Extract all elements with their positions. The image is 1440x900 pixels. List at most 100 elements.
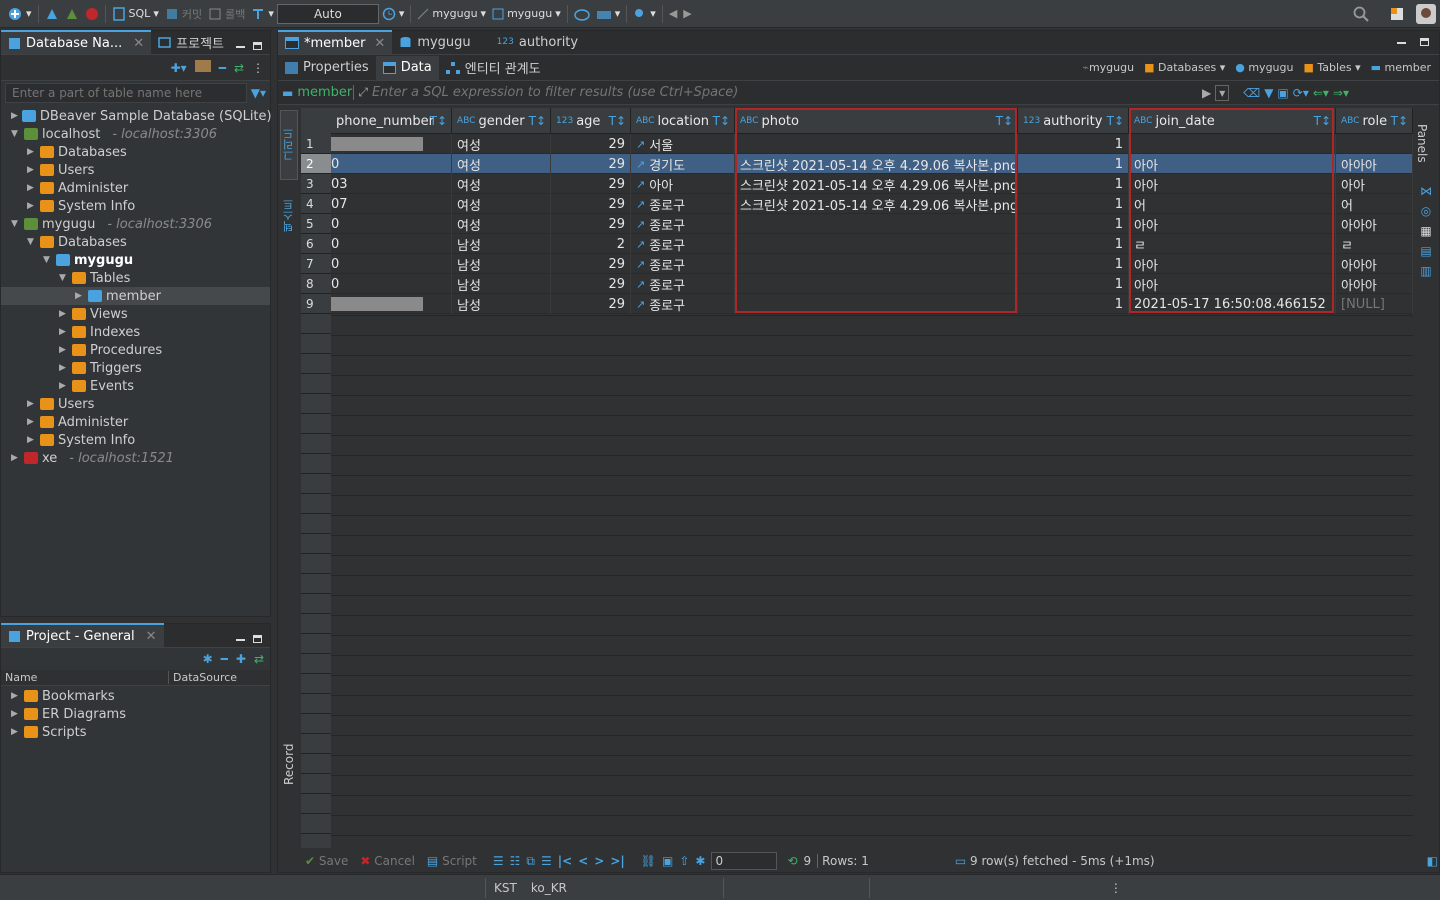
expand-arrow-icon[interactable]: ▶ (59, 381, 68, 391)
column-datasource-header[interactable]: DataSource (169, 671, 237, 684)
metadata-panel-icon[interactable]: ◎ (1415, 204, 1437, 218)
cell-authority[interactable]: 1 (1018, 154, 1129, 174)
cell-authority[interactable]: 1 (1018, 134, 1129, 154)
cell-gender[interactable]: 남성 (452, 274, 551, 294)
cell-age[interactable]: 29 (551, 174, 631, 194)
expand-arrow-icon[interactable]: ▶ (27, 417, 36, 427)
tree-node[interactable]: ▶ xe - localhost:1521 (1, 449, 270, 467)
stop-icon[interactable] (82, 3, 102, 25)
row-number[interactable]: 9 (301, 294, 331, 314)
sort-filter-icon[interactable]: T↕ (529, 114, 546, 128)
cloud-icon[interactable] (571, 3, 593, 25)
expand-arrow-icon[interactable]: ▶ (11, 111, 18, 121)
tree-node[interactable]: ▶ Administer (1, 413, 270, 431)
column-header-authority[interactable]: 123 authority T↕ (1018, 108, 1129, 134)
minimize-icon[interactable] (1397, 42, 1406, 44)
tree-node[interactable]: ▶ member (1, 287, 270, 305)
sort-filter-icon[interactable]: T↕ (430, 114, 447, 128)
collapse-all-icon[interactable]: ━ (219, 61, 226, 75)
breadcrumb-table[interactable]: ▬ member (1371, 61, 1431, 74)
link-editor-icon[interactable]: ⇄ (254, 652, 264, 666)
sort-filter-icon[interactable]: T↕ (1107, 114, 1124, 128)
row-number[interactable]: 1 (301, 134, 331, 154)
link-icon[interactable]: ↗ (636, 278, 645, 291)
expand-arrow-icon[interactable]: ▶ (27, 147, 36, 157)
subtab-data[interactable]: Data (375, 55, 439, 80)
cell-age[interactable]: 29 (551, 214, 631, 234)
link-icon[interactable]: ↗ (636, 218, 645, 231)
search-icon[interactable] (1350, 3, 1372, 25)
link-icon[interactable]: ↗ (636, 138, 645, 151)
cell-location[interactable]: ↗ 경기도 (631, 154, 735, 174)
cell-role[interactable]: 아아아 (1336, 214, 1413, 234)
tab-member[interactable]: *member ✕ (278, 30, 393, 54)
column-header-gender[interactable]: ABC gender T↕ (452, 108, 551, 134)
cell-role[interactable]: 어 (1336, 194, 1413, 214)
clear-filter-icon[interactable]: ⌫ (1243, 86, 1260, 100)
cell-gender[interactable]: 여성 (452, 214, 551, 234)
tree-node[interactable]: ▶ System Info (1, 431, 270, 449)
rollback-button[interactable]: 롤백 (205, 3, 248, 25)
expand-arrow-icon[interactable]: ▶ (59, 309, 68, 319)
breadcrumb-databases[interactable]: ■ Databases ▾ (1144, 61, 1225, 74)
tasks-icon[interactable]: ▾ (593, 3, 624, 25)
tab-projects[interactable]: 프로젝트 (151, 30, 231, 54)
copy-row-icon[interactable]: ⧉ (526, 854, 535, 869)
next-page-icon[interactable]: ⇒▾ (1333, 86, 1349, 100)
subtab-properties[interactable]: Properties (278, 56, 376, 80)
avatar[interactable] (1413, 3, 1439, 25)
expand-arrow-icon[interactable]: ▶ (59, 345, 68, 355)
cell-phone[interactable] (331, 294, 452, 314)
commit-button[interactable]: 커밋 (162, 3, 205, 25)
cell-phone[interactable]: 0 (331, 254, 452, 274)
cell-location[interactable]: ↗ 종로구 (631, 294, 735, 314)
prev-row-icon[interactable]: < (578, 854, 588, 868)
expand-arrow-icon[interactable]: ▶ (11, 691, 20, 701)
cell-authority[interactable]: 1 (1018, 214, 1129, 234)
tree-node[interactable]: ▶ Administer (1, 179, 270, 197)
search-tool-icon[interactable]: ▾ (630, 3, 659, 25)
row-number[interactable]: 5 (301, 214, 331, 234)
tab-database-navigator[interactable]: Database Na... ✕ (1, 30, 152, 54)
tree-node[interactable]: ▶ DBeaver Sample Database (SQLite) (1, 107, 272, 125)
cell-age[interactable]: 29 (551, 134, 631, 154)
row-number[interactable]: 8 (301, 274, 331, 294)
script-button[interactable]: ▤ Script (427, 854, 477, 868)
cell-role[interactable]: 아아아 (1336, 154, 1413, 174)
collapse-all-icon[interactable]: ━ (221, 652, 228, 666)
cell-authority[interactable]: 1 (1018, 174, 1129, 194)
expand-arrow-icon[interactable]: ▶ (59, 327, 68, 337)
cell-authority[interactable]: 1 (1018, 234, 1129, 254)
tree-node[interactable]: ▶ Databases (1, 143, 270, 161)
row-number[interactable]: 3 (301, 174, 331, 194)
cell-gender[interactable]: 여성 (452, 154, 551, 174)
value-panel-icon[interactable]: ⋈ (1415, 184, 1437, 198)
cell-gender[interactable]: 여성 (452, 194, 551, 214)
expand-arrow-icon[interactable]: ▶ (27, 165, 36, 175)
cell-gender[interactable]: 남성 (452, 294, 551, 314)
cell-phone[interactable]: 03 (331, 174, 452, 194)
cell-location[interactable]: ↗ 종로구 (631, 274, 735, 294)
row-number[interactable]: 2 (301, 154, 331, 174)
project-item[interactable]: ▶ Bookmarks (1, 687, 270, 705)
link-editor-icon[interactable]: ⇄ (234, 61, 244, 75)
view-menu-icon[interactable]: ⋮ (252, 61, 264, 75)
tree-node[interactable]: ▶ Events (1, 377, 270, 395)
cancel-button[interactable]: ✖ Cancel (360, 854, 415, 868)
references-panel-icon[interactable]: ▥ (1415, 264, 1437, 278)
cell-authority[interactable]: 1 (1018, 274, 1129, 294)
cell-location[interactable]: ↗ 서울 (631, 134, 735, 154)
tab-mygugu[interactable]: mygugu (392, 30, 477, 54)
expand-filter-icon[interactable]: ⤢ (353, 85, 368, 100)
cell-phone[interactable]: 07 (331, 194, 452, 214)
panel-toggle-icon[interactable]: ◧ (1427, 854, 1438, 868)
save-button[interactable]: ✔ Save (305, 854, 348, 868)
history-icon[interactable]: ▾ (379, 3, 408, 25)
cell-authority[interactable]: 1 (1018, 254, 1129, 274)
refresh-icon[interactable]: ⟲ (787, 854, 797, 868)
cell-role[interactable]: 아아 (1336, 174, 1413, 194)
column-header-phone-number[interactable]: phone_number T↕ (331, 108, 452, 134)
expand-arrow-icon[interactable]: ▼ (11, 219, 20, 229)
sql-editor-button[interactable]: SQL ▾ (109, 3, 162, 25)
tree-node[interactable]: ▼ localhost - localhost:3306 (1, 125, 270, 143)
